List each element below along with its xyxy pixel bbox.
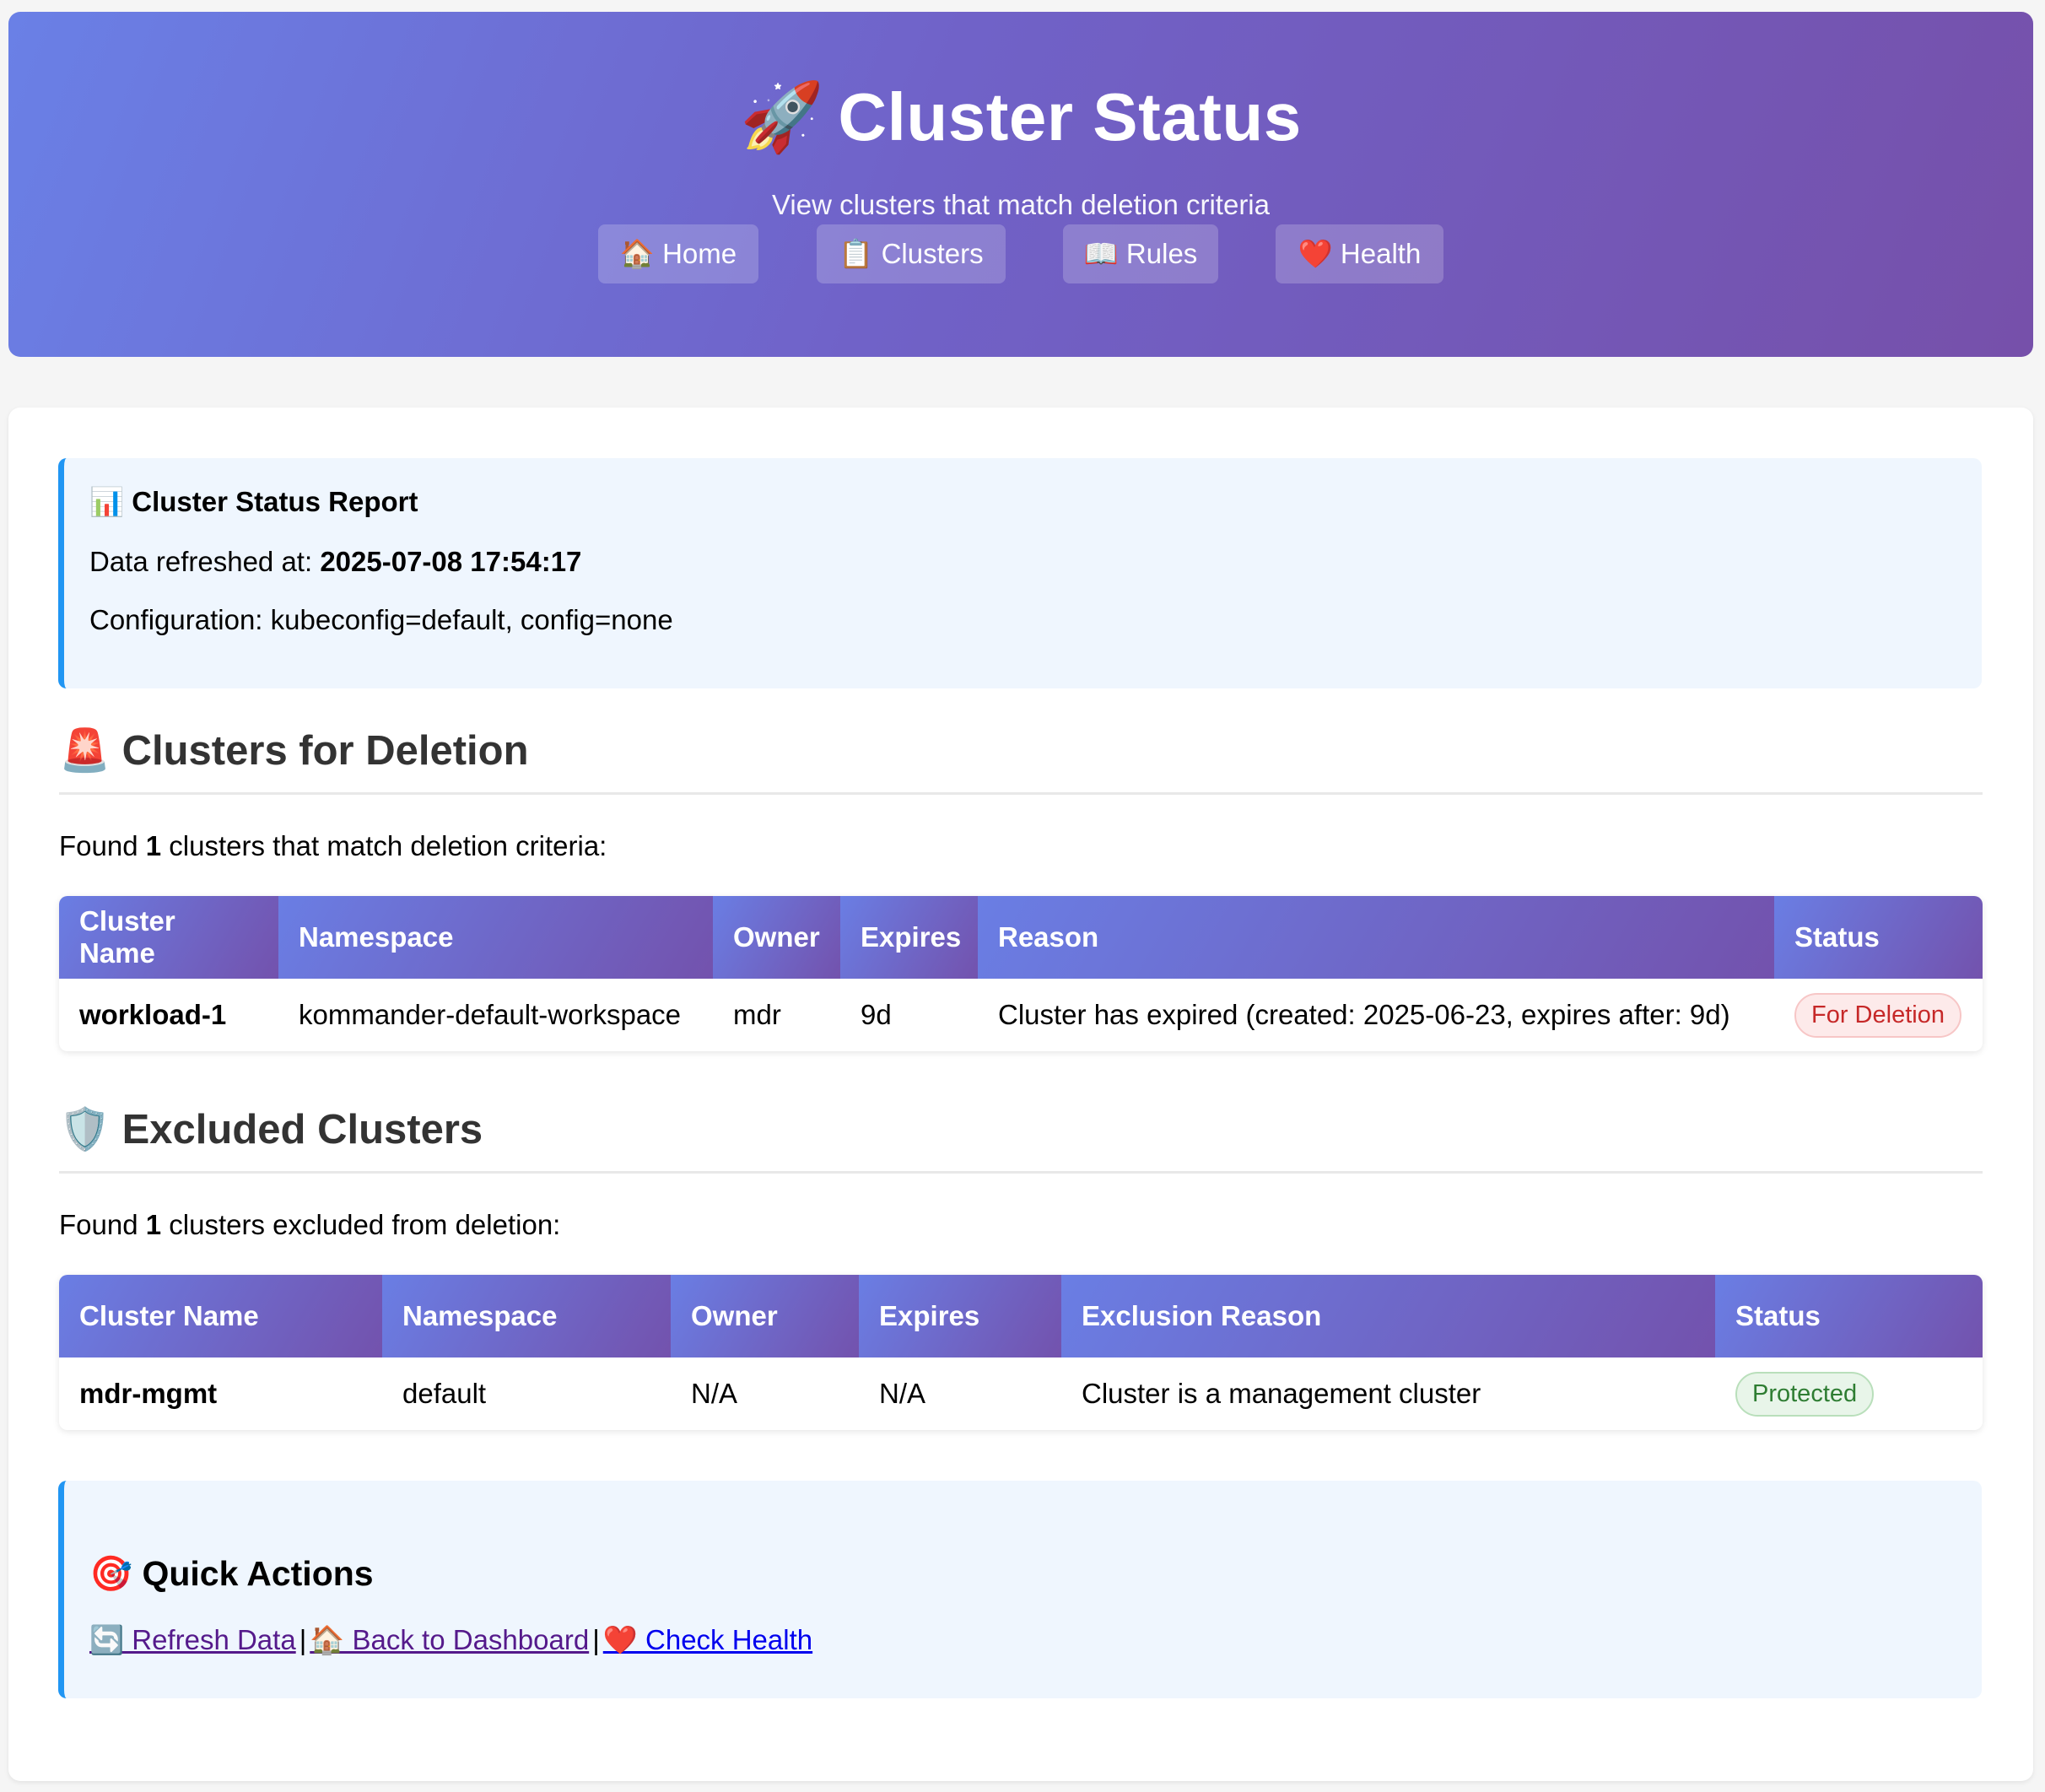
found-suffix: clusters that match deletion criteria: [169,830,607,861]
namespace-cell: kommander-default-workspace [299,999,682,1030]
reason-cell: Cluster is a management cluster [1082,1378,1481,1409]
excluded-section-title: 🛡️ Excluded Clusters [59,1107,483,1152]
page-title-text: Cluster Status [838,79,1302,154]
check-health-link[interactable]: ❤️ Check Health [603,1624,812,1655]
table-header-row: Cluster Name Namespace Owner Expires Rea… [59,896,1983,979]
table-row: mdr-mgmt default N/A N/A Cluster is a ma… [59,1357,1983,1430]
excluded-found-text: Found 1 clusters excluded from deletion: [59,1209,560,1241]
page-header: 🚀 Cluster Status View clusters that match… [8,12,2033,357]
column-header: Status [1715,1275,1983,1357]
expires-cell: N/A [879,1378,926,1409]
column-header: Namespace [382,1275,671,1357]
link-separator: | [299,1624,307,1655]
cluster-name-cell: workload-1 [79,999,227,1030]
found-prefix: Found [59,830,138,861]
quick-actions-links: 🔄 Refresh Data | 🏠 Back to Dashboard | ❤️ Ch… [89,1624,812,1657]
status-report-title: 📊 Cluster Status Report [89,486,418,517]
column-header: Cluster Name [59,1275,382,1357]
deletion-table: Cluster Name Namespace Owner Expires Rea… [59,896,1983,1051]
column-header: Owner [671,1275,859,1357]
rocket-icon: 🚀 [740,79,825,154]
column-header: Status [1774,896,1983,979]
found-count: 1 [145,1209,162,1240]
excluded-section-divider [59,1171,1983,1174]
status-cell: For Deletion [1774,979,1983,1051]
nav-clusters-button[interactable]: 📋 Clusters [817,224,1006,283]
page-title: 🚀 Cluster Status [8,78,2033,157]
column-header: Expires [859,1275,1061,1357]
quick-actions-box: 🎯 Quick Actions 🔄 Refresh Data | 🏠 Back to… [58,1481,1982,1698]
back-to-dashboard-link[interactable]: 🏠 Back to Dashboard [310,1624,589,1655]
refreshed-value: 2025-07-08 17:54:17 [320,546,582,577]
refreshed-label: Data refreshed at: [89,546,313,577]
found-suffix: clusters excluded from deletion: [169,1209,561,1240]
status-badge: Protected [1735,1371,1875,1417]
table-row: workload-1 kommander-default-workspace m… [59,979,1983,1051]
found-count: 1 [145,830,162,861]
namespace-cell: default [402,1378,487,1409]
nav-health-button[interactable]: ❤️ Health [1276,224,1443,283]
configuration-line: Configuration: kubeconfig=default, confi… [89,604,673,635]
link-separator: | [592,1624,600,1655]
status-cell: Protected [1715,1357,1983,1430]
reason-cell: Cluster has expired (created: 2025-06-23… [998,999,1730,1030]
cluster-name-cell: mdr-mgmt [79,1378,218,1409]
column-header: Cluster Name [59,896,278,979]
status-badge: For Deletion [1794,992,1961,1038]
refreshed-line: Data refreshed at: 2025-07-08 17:54:17 [89,546,581,578]
status-report-box: 📊 Cluster Status Report Data refreshed a… [58,458,1982,688]
quick-actions-title: 🎯 Quick Actions [89,1554,374,1593]
deletion-section-title: 🚨 Clusters for Deletion [59,728,529,774]
owner-cell: mdr [733,999,781,1030]
deletion-found-text: Found 1 clusters that match deletion cri… [59,830,607,862]
excluded-table: Cluster Name Namespace Owner Expires Exc… [59,1275,1983,1430]
main-content: 📊 Cluster Status Report Data refreshed a… [8,408,2033,1781]
deletion-section-divider [59,792,1983,795]
owner-cell: N/A [691,1378,738,1409]
page-subtitle: View clusters that match deletion criter… [772,189,1270,220]
column-header: Namespace [278,896,713,979]
column-header: Expires [840,896,978,979]
column-header: Reason [978,896,1774,979]
nav-home-button[interactable]: 🏠 Home [598,224,758,283]
column-header: Exclusion Reason [1061,1275,1715,1357]
table-header-row: Cluster Name Namespace Owner Expires Exc… [59,1275,1983,1357]
column-header: Owner [713,896,840,979]
found-prefix: Found [59,1209,138,1240]
nav-rules-button[interactable]: 📖 Rules [1063,224,1218,283]
refresh-data-link[interactable]: 🔄 Refresh Data [89,1624,296,1655]
expires-cell: 9d [861,999,892,1030]
top-nav: 🏠 Home 📋 Clusters 📖 Rules ❤️ Health [8,224,2033,285]
